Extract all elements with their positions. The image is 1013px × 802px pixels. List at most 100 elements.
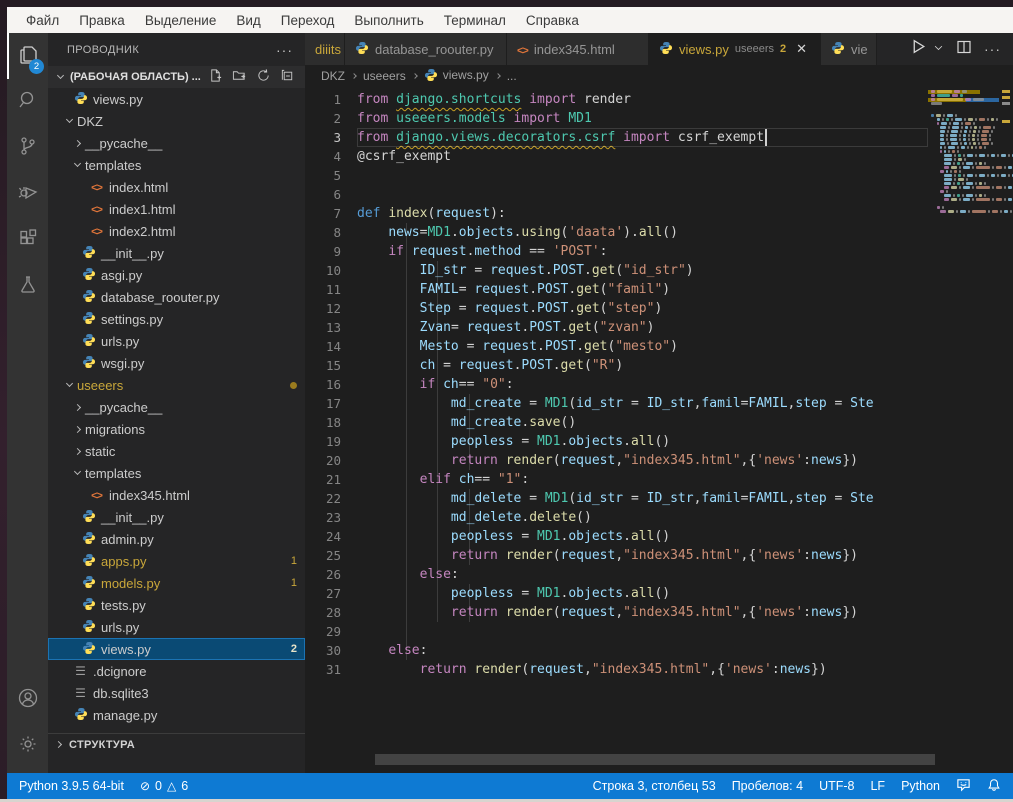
- more-actions-icon[interactable]: ···: [984, 41, 1001, 57]
- breadcrumb-separator-icon: [495, 73, 501, 79]
- activity-source-control[interactable]: [7, 125, 48, 171]
- menu-переход[interactable]: Переход: [272, 10, 344, 31]
- menu-выделение[interactable]: Выделение: [136, 10, 226, 31]
- breadcrumb-item[interactable]: DKZ: [321, 69, 345, 83]
- breadcrumb-item[interactable]: views.py: [424, 68, 489, 85]
- account-button[interactable]: [7, 677, 48, 723]
- chevron-right-icon: [74, 447, 81, 454]
- file-name: views.py: [101, 642, 151, 657]
- file-name: manage.py: [93, 708, 157, 723]
- minimap-line: [931, 138, 991, 141]
- tree-item-dkz[interactable]: DKZ: [48, 110, 305, 132]
- tree-item-settings-py[interactable]: settings.py: [48, 308, 305, 330]
- outline-section-header[interactable]: СТРУКТУРА: [48, 733, 305, 755]
- menu-файл[interactable]: Файл: [17, 10, 68, 31]
- activity-search[interactable]: [7, 79, 48, 125]
- file-name: __pycache__: [85, 136, 162, 151]
- explorer-badge: 2: [29, 59, 44, 74]
- problems-status[interactable]: ⊘ 0 △ 6: [132, 773, 196, 799]
- tab-database-roouter-py[interactable]: database_roouter.py: [345, 33, 507, 65]
- tree-item-templates[interactable]: templates: [48, 154, 305, 176]
- tree-item-index-html[interactable]: <>index.html: [48, 176, 305, 198]
- activity-explorer[interactable]: 2: [7, 33, 48, 79]
- tree-item-urls-py[interactable]: urls.py: [48, 330, 305, 352]
- breadcrumb-item[interactable]: ...: [507, 69, 517, 83]
- minimap[interactable]: [928, 87, 999, 773]
- file-name: db.sqlite3: [93, 686, 149, 701]
- tree-item--pycache-[interactable]: __pycache__: [48, 132, 305, 154]
- feedback-button[interactable]: [948, 773, 979, 799]
- collapse-folders-icon[interactable]: [280, 68, 295, 86]
- settings-button[interactable]: [7, 723, 48, 769]
- line-number: 27: [305, 584, 357, 603]
- menu-вид[interactable]: Вид: [227, 10, 269, 31]
- python-interpreter-status[interactable]: Python 3.9.5 64-bit: [7, 773, 132, 799]
- tab-vie[interactable]: vie: [821, 33, 877, 65]
- eol-status[interactable]: LF: [862, 773, 893, 799]
- tree-item-db-sqlite3[interactable]: ☰db.sqlite3: [48, 682, 305, 704]
- problems-badge: 2: [291, 643, 297, 655]
- tree-item-views-py[interactable]: views.py: [48, 88, 305, 110]
- language-mode-status[interactable]: Python: [893, 773, 948, 799]
- workspace-section-header[interactable]: (РАБОЧАЯ ОБЛАСТЬ) ...: [48, 66, 305, 88]
- tree-item-database-roouter-py[interactable]: database_roouter.py: [48, 286, 305, 308]
- tree-item-urls-py[interactable]: urls.py: [48, 616, 305, 638]
- menu-справка[interactable]: Справка: [517, 10, 588, 31]
- tree-item-asgi-py[interactable]: asgi.py: [48, 264, 305, 286]
- tree-item--init-py[interactable]: __init__.py: [48, 506, 305, 528]
- tree-item-static[interactable]: static: [48, 440, 305, 462]
- activity-run-debug[interactable]: [7, 171, 48, 217]
- menu-правка[interactable]: Правка: [70, 10, 134, 31]
- code-line: 16 if ch== "0":: [305, 375, 928, 394]
- tree-item-templates[interactable]: templates: [48, 462, 305, 484]
- minimap-line: [931, 178, 968, 181]
- tree-item-views-py[interactable]: views.py 2: [48, 638, 305, 660]
- tab-index345-html[interactable]: <>index345.html: [507, 33, 649, 65]
- tree-item--pycache-[interactable]: __pycache__: [48, 396, 305, 418]
- indentation-status[interactable]: Пробелов: 4: [724, 773, 811, 799]
- activity-testing[interactable]: [7, 263, 48, 309]
- encoding-status[interactable]: UTF-8: [811, 773, 862, 799]
- tree-item-manage-py[interactable]: manage.py: [48, 704, 305, 726]
- split-editor-icon[interactable]: [956, 39, 972, 60]
- run-python-file-icon[interactable]: [910, 38, 927, 60]
- new-file-icon[interactable]: [208, 68, 223, 86]
- tree-item-migrations[interactable]: migrations: [48, 418, 305, 440]
- tree-item-tests-py[interactable]: tests.py: [48, 594, 305, 616]
- py-file-icon: [81, 333, 96, 350]
- tree-item-useeers[interactable]: useeers: [48, 374, 305, 396]
- tree-item--dcignore[interactable]: ☰.dcignore: [48, 660, 305, 682]
- chevron-right-icon: [55, 741, 62, 748]
- menu-терминал[interactable]: Терминал: [435, 10, 515, 31]
- tree-item-admin-py[interactable]: admin.py: [48, 528, 305, 550]
- line-number: 2: [305, 109, 357, 128]
- account-icon: [16, 686, 40, 715]
- tree-item--init-py[interactable]: __init__.py: [48, 242, 305, 264]
- sidebar-more-actions-icon[interactable]: ···: [276, 42, 293, 58]
- code-line: 17 md_create = MD1(id_str = ID_str,famil…: [305, 394, 928, 413]
- refresh-icon[interactable]: [256, 68, 271, 86]
- cursor-position-status[interactable]: Строка 3, столбец 53: [581, 773, 724, 799]
- activity-extensions[interactable]: [7, 217, 48, 263]
- tree-item-index345-html[interactable]: <>index345.html: [48, 484, 305, 506]
- menu-выполнить[interactable]: Выполнить: [345, 10, 432, 31]
- minimap-line: [931, 102, 942, 105]
- new-folder-icon[interactable]: [232, 68, 247, 86]
- tab-views-py[interactable]: views.pyuseeers2✕: [649, 33, 821, 65]
- close-icon[interactable]: ✕: [796, 41, 807, 57]
- tab-diiits[interactable]: diiits2: [305, 33, 345, 65]
- tree-item-index1-html[interactable]: <>index1.html: [48, 198, 305, 220]
- code-editor[interactable]: 1from django.shortcuts import render2fro…: [305, 87, 1013, 773]
- breadcrumb-item[interactable]: useeers: [363, 69, 406, 83]
- run-dropdown-icon[interactable]: [933, 40, 944, 58]
- tree-item-models-py[interactable]: models.py1: [48, 572, 305, 594]
- tree-item-index2-html[interactable]: <>index2.html: [48, 220, 305, 242]
- notifications-button[interactable]: [979, 773, 1013, 799]
- file-name: index2.html: [109, 224, 175, 239]
- tree-item-wsgi-py[interactable]: wsgi.py: [48, 352, 305, 374]
- horizontal-scrollbar[interactable]: [375, 754, 935, 765]
- py-file-icon: [81, 355, 96, 372]
- file-name: tests.py: [101, 598, 146, 613]
- breadcrumb[interactable]: DKZ useeers views.py...: [305, 65, 1013, 87]
- tree-item-apps-py[interactable]: apps.py1: [48, 550, 305, 572]
